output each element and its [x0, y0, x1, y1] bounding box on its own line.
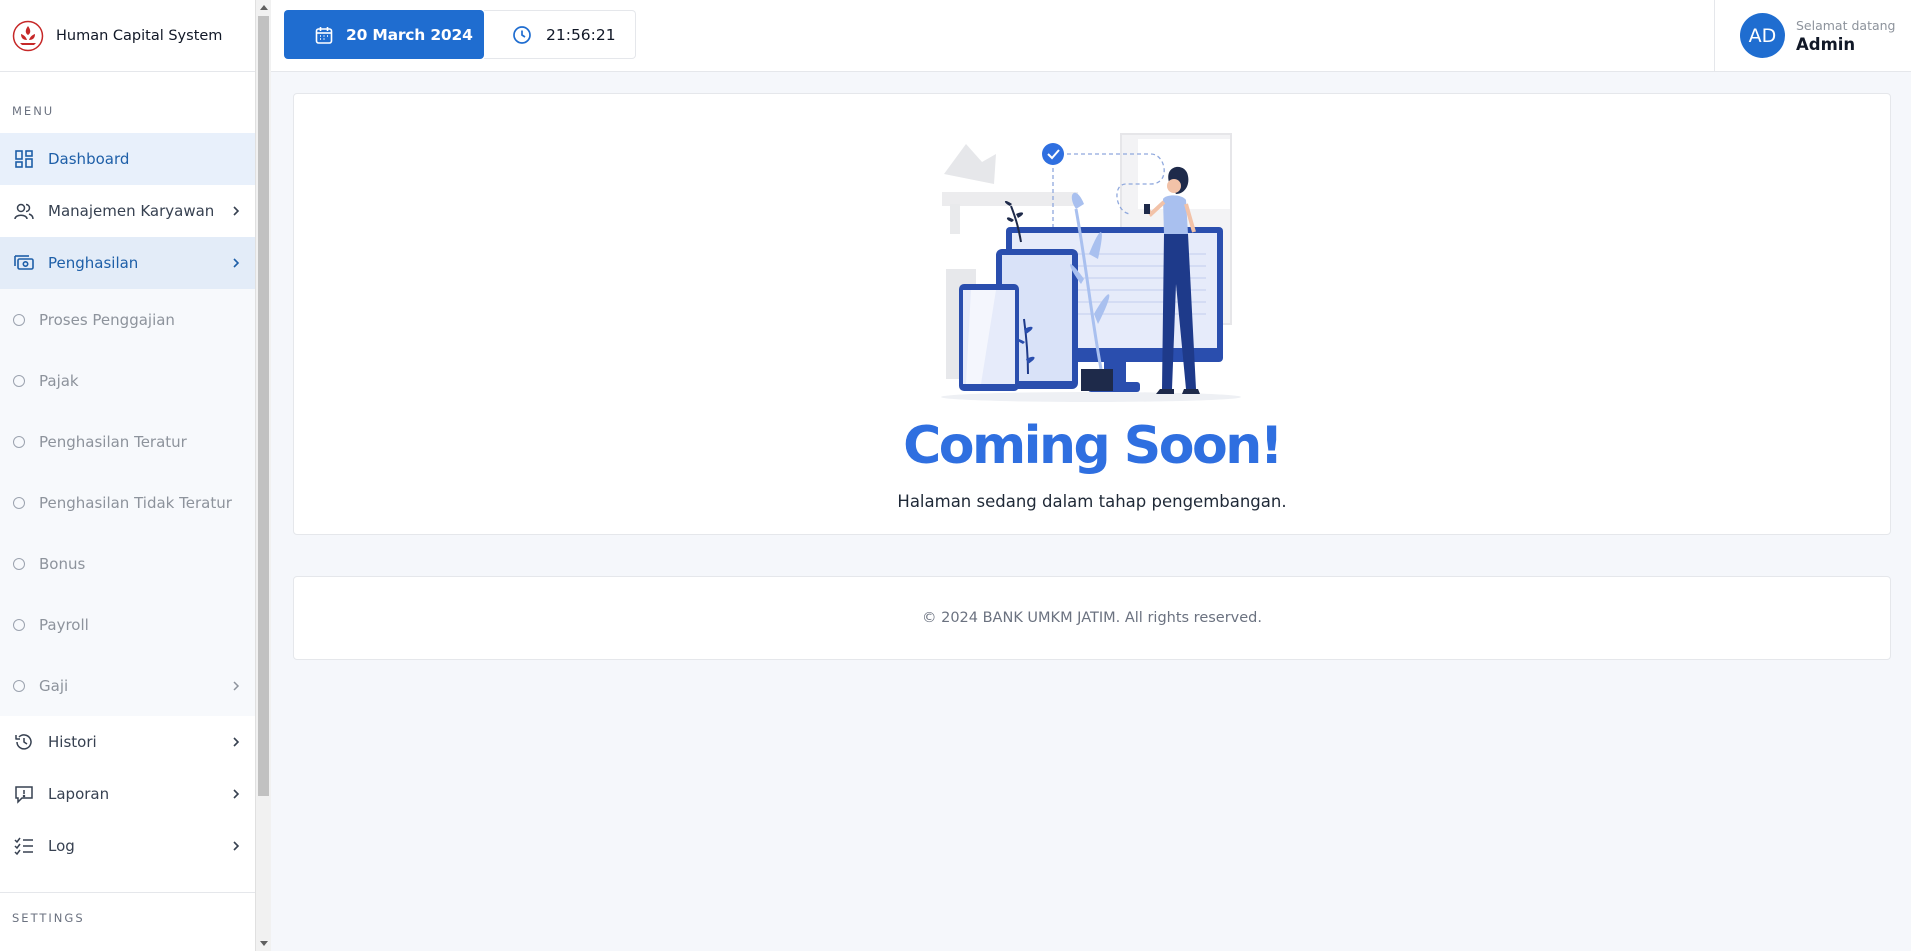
sidebar-scrollbar[interactable] — [255, 0, 271, 951]
coming-soon-description: Halaman sedang dalam tahap pengembangan. — [897, 492, 1287, 511]
circle-bullet-icon — [13, 618, 25, 631]
circle-bullet-icon — [13, 679, 25, 692]
chevron-right-icon — [233, 737, 240, 747]
calendar-icon — [315, 26, 333, 44]
menu-list: Dashboard Manajemen Karyawan Penghasilan… — [0, 133, 255, 872]
coming-soon-card: Coming Soon! Halaman sedang dalam tahap … — [293, 93, 1891, 535]
user-menu[interactable]: AD Selamat datang Admin — [1714, 0, 1911, 71]
sidebar-item-log[interactable]: Log — [0, 820, 255, 872]
settings-section-title: SETTINGS — [12, 911, 85, 925]
brand-name: Human Capital System — [56, 27, 223, 44]
submenu-item-pajak[interactable]: Pajak — [0, 350, 255, 411]
submenu-item-label: Gaji — [39, 676, 69, 695]
scrollbar-thumb[interactable] — [258, 16, 269, 796]
chevron-right-icon — [233, 680, 240, 691]
page-footer: © 2024 BANK UMKM JATIM. All rights reser… — [293, 576, 1891, 660]
checklist-icon — [14, 836, 34, 856]
sidebar-item-laporan[interactable]: Laporan — [0, 768, 255, 820]
user-info: Selamat datang Admin — [1796, 18, 1895, 54]
sidebar-item-label: Manajemen Karyawan — [48, 202, 215, 220]
submenu-item-label: Pajak — [39, 371, 79, 390]
submenu-item-label: Penghasilan Tidak Teratur — [39, 493, 232, 512]
sidebar-item-penghasilan[interactable]: Penghasilan — [0, 237, 255, 289]
circle-bullet-icon — [13, 435, 25, 448]
submenu-item-label: Bonus — [39, 554, 86, 573]
time-display: 21:56:21 — [484, 10, 636, 59]
chevron-right-icon — [233, 258, 240, 268]
date-display: 20 March 2024 — [284, 10, 484, 59]
submenu-item-penghasilan-teratur[interactable]: Penghasilan Teratur — [0, 411, 255, 472]
current-time: 21:56:21 — [546, 25, 616, 44]
circle-bullet-icon — [13, 557, 25, 570]
current-date: 20 March 2024 — [346, 25, 473, 44]
cash-icon — [14, 253, 34, 273]
submenu-item-label: Proses Penggajian — [39, 310, 175, 329]
circle-bullet-icon — [13, 374, 25, 387]
sidebar-item-label: Log — [48, 837, 75, 855]
topbar: 20 March 2024 21:56:21 AD Selamat datang… — [271, 0, 1911, 72]
chevron-right-icon — [233, 206, 240, 216]
avatar[interactable]: AD — [1740, 13, 1785, 58]
menu-section-title: MENU — [12, 104, 55, 118]
submenu-item-bonus[interactable]: Bonus — [0, 533, 255, 594]
greeting-text: Selamat datang — [1796, 17, 1896, 33]
sidebar-item-label: Histori — [48, 733, 97, 751]
history-icon — [14, 732, 34, 752]
bank-logo-icon — [12, 20, 44, 51]
report-icon — [14, 784, 34, 804]
chevron-right-icon — [233, 789, 240, 799]
scroll-down-arrow-icon[interactable] — [260, 941, 268, 946]
sidebar: Human Capital System MENU Dashboard Mana… — [0, 0, 255, 951]
circle-bullet-icon — [13, 496, 25, 509]
submenu-item-label: Penghasilan Teratur — [39, 432, 187, 451]
settings-divider — [0, 892, 255, 893]
sidebar-item-manajemen-karyawan[interactable]: Manajemen Karyawan — [0, 185, 255, 237]
circle-bullet-icon — [13, 313, 25, 326]
sidebar-item-label: Laporan — [48, 785, 110, 803]
clock-icon — [513, 25, 531, 44]
scroll-up-arrow-icon[interactable] — [260, 5, 268, 10]
submenu-item-penghasilan-tidak-teratur[interactable]: Penghasilan Tidak Teratur — [0, 472, 255, 533]
submenu-item-label: Payroll — [39, 615, 89, 634]
submenu-item-proses-penggajian[interactable]: Proses Penggajian — [0, 289, 255, 350]
coming-soon-heading: Coming Soon! — [903, 416, 1283, 476]
under-construction-illustration — [941, 133, 1241, 402]
brand[interactable]: Human Capital System — [0, 0, 255, 72]
sidebar-item-dashboard[interactable]: Dashboard — [0, 133, 255, 185]
sidebar-item-label: Dashboard — [48, 150, 130, 168]
penghasilan-submenu: Proses Penggajian Pajak Penghasilan Tera… — [0, 289, 255, 716]
users-icon — [14, 201, 34, 221]
user-name: Admin — [1796, 34, 1856, 54]
sidebar-item-histori[interactable]: Histori — [0, 716, 255, 768]
dashboard-grid-icon — [14, 149, 34, 169]
submenu-item-gaji[interactable]: Gaji — [0, 655, 255, 716]
sidebar-item-label: Penghasilan — [48, 254, 139, 272]
submenu-item-payroll[interactable]: Payroll — [0, 594, 255, 655]
chevron-right-icon — [233, 841, 240, 851]
